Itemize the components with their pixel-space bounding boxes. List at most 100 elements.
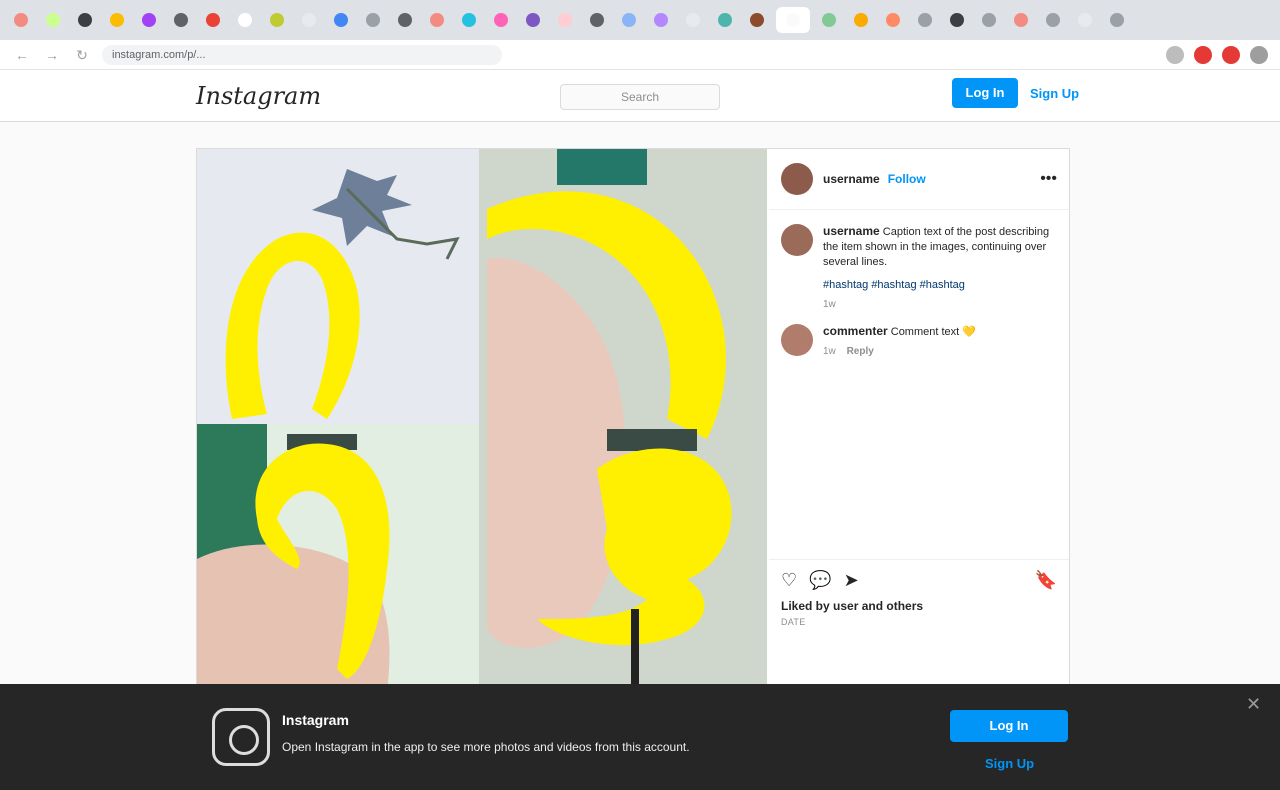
comment-text: Comment text 💛 (890, 326, 976, 338)
tab-favicon-icon (1046, 13, 1060, 27)
browser-tab[interactable] (616, 7, 642, 33)
pole (631, 609, 639, 689)
extension-icon[interactable] (1250, 45, 1268, 64)
browser-tab[interactable] (72, 7, 98, 33)
header-login-button[interactable]: Log In (952, 78, 1018, 108)
browser-tab[interactable] (976, 7, 1002, 33)
browser-tab[interactable] (1072, 7, 1098, 33)
save-icon[interactable]: 🔖 (1035, 570, 1057, 591)
tab-favicon-icon (590, 13, 604, 27)
tab-favicon-icon (1014, 13, 1028, 27)
browser-tab[interactable] (584, 7, 610, 33)
tab-favicon-icon (430, 13, 444, 27)
address-bar[interactable]: instagram.com/p/... (102, 44, 502, 65)
post-actions: ♡ 💬 ➤ 🔖 Liked by user and others DATE (769, 559, 1069, 637)
browser-tab[interactable] (168, 7, 194, 33)
more-options-icon[interactable]: ••• (1040, 170, 1057, 188)
like-icon[interactable]: ♡ (781, 570, 797, 591)
browser-tab[interactable] (880, 7, 906, 33)
back-icon[interactable]: ← (12, 45, 32, 65)
tab-favicon-icon (46, 13, 60, 27)
browser-tab[interactable] (104, 7, 130, 33)
tab-favicon-icon (206, 13, 220, 27)
open-app-banner: Instagram Open Instagram in the app to s… (0, 684, 1280, 790)
action-icons: ♡ 💬 ➤ 🔖 (781, 570, 1057, 591)
caption-row: username Caption text of the post descri… (769, 210, 1069, 310)
browser-tab[interactable] (744, 7, 770, 33)
browser-tab[interactable] (944, 7, 970, 33)
browser-tab[interactable] (848, 7, 874, 33)
commenter-avatar[interactable] (781, 324, 813, 356)
follow-button[interactable]: Follow (888, 172, 926, 186)
browser-tab[interactable] (328, 7, 354, 33)
extension-icon[interactable] (1222, 45, 1240, 64)
browser-tab[interactable] (520, 7, 546, 33)
tab-favicon-icon (950, 13, 964, 27)
comment-body: commenter Comment text 💛 (823, 324, 976, 340)
reload-icon[interactable]: ↻ (72, 45, 92, 65)
browser-tab[interactable] (424, 7, 450, 33)
likes-count[interactable]: Liked by user and others (781, 599, 1057, 613)
browser-tab[interactable] (712, 7, 738, 33)
comment-icon[interactable]: 💬 (809, 570, 831, 591)
browser-tab[interactable] (392, 7, 418, 33)
browser-tab[interactable] (136, 7, 162, 33)
forward-icon[interactable]: → (42, 45, 62, 65)
browser-tab[interactable] (1040, 7, 1066, 33)
banner-title: Instagram (282, 712, 349, 728)
tab-favicon-icon (886, 13, 900, 27)
browser-tab-strip (0, 0, 1280, 40)
browser-tab[interactable] (40, 7, 66, 33)
browser-tab[interactable] (8, 7, 34, 33)
author-username[interactable]: username (823, 172, 880, 186)
browser-tab[interactable] (1104, 7, 1130, 33)
extension-icon[interactable] (1166, 45, 1184, 64)
caption-hashtags[interactable]: #hashtag #hashtag #hashtag (823, 278, 1057, 293)
close-icon[interactable]: ✕ (1246, 694, 1261, 715)
browser-tab[interactable] (488, 7, 514, 33)
caption-body: username Caption text of the post descri… (823, 224, 1057, 270)
tab-favicon-icon (142, 13, 156, 27)
browser-tab[interactable] (648, 7, 674, 33)
reply-button[interactable]: Reply (847, 346, 874, 357)
comment-row: commenter Comment text 💛 1w Reply (769, 310, 1069, 357)
author-avatar[interactable] (781, 163, 813, 195)
browser-tab[interactable] (296, 7, 322, 33)
banner-signup-link[interactable]: Sign Up (985, 756, 1034, 771)
tab-favicon-icon (302, 13, 316, 27)
tab-favicon-icon (14, 13, 28, 27)
tab-favicon-icon (78, 13, 92, 27)
share-icon[interactable]: ➤ (844, 570, 859, 591)
post-image[interactable] (197, 149, 767, 689)
search-input[interactable]: Search (560, 84, 720, 110)
browser-tab[interactable] (680, 7, 706, 33)
browser-tab[interactable] (552, 7, 578, 33)
tab-favicon-icon (622, 13, 636, 27)
header-signup-link[interactable]: Sign Up (1030, 86, 1079, 101)
caption-avatar[interactable] (781, 224, 813, 256)
browser-tab[interactable] (200, 7, 226, 33)
instagram-app-icon (212, 708, 270, 766)
browser-tab[interactable] (912, 7, 938, 33)
tab-favicon-icon (718, 13, 732, 27)
browser-tab[interactable] (232, 7, 258, 33)
tab-favicon-icon (750, 13, 764, 27)
tab-favicon-icon (1110, 13, 1124, 27)
browser-tab[interactable] (776, 7, 810, 33)
tab-favicon-icon (786, 13, 800, 27)
banner-login-button[interactable]: Log In (950, 710, 1068, 742)
tab-favicon-icon (654, 13, 668, 27)
caption-time: 1w (823, 299, 836, 310)
caption-username[interactable]: username (823, 224, 880, 238)
browser-tab[interactable] (360, 7, 386, 33)
browser-tab[interactable] (456, 7, 482, 33)
browser-tab[interactable] (816, 7, 842, 33)
comment-time: 1w (823, 346, 836, 357)
extension-icon[interactable] (1194, 45, 1212, 64)
commenter-username[interactable]: commenter (823, 324, 888, 338)
browser-tab[interactable] (264, 7, 290, 33)
tab-favicon-icon (366, 13, 380, 27)
tab-favicon-icon (238, 13, 252, 27)
instagram-logo[interactable]: Instagram (196, 82, 321, 110)
browser-tab[interactable] (1008, 7, 1034, 33)
